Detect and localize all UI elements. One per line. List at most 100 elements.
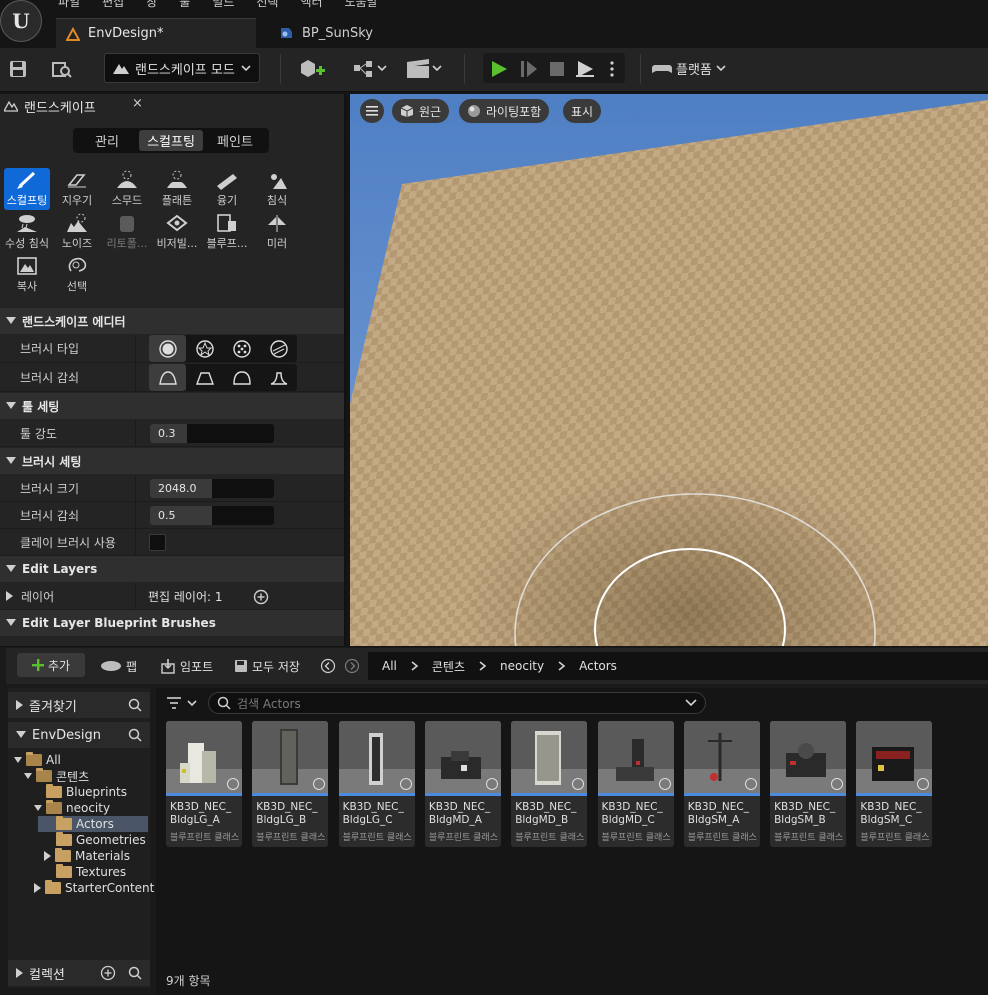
tree-item-textures[interactable]: Textures: [56, 864, 126, 880]
browse-icon[interactable]: [50, 56, 74, 82]
add-button[interactable]: 추가: [17, 653, 85, 677]
cinematics-button[interactable]: [404, 56, 444, 82]
tool-ramp[interactable]: 융기: [204, 168, 250, 210]
menu-help[interactable]: 도움말: [345, 0, 378, 10]
tree-item-geometries[interactable]: Geometries: [56, 832, 146, 848]
asset-search-input[interactable]: 검색 Actors: [208, 692, 706, 714]
breadcrumb-neocity[interactable]: neocity: [500, 659, 544, 673]
tree-item-materials[interactable]: Materials: [44, 848, 130, 864]
view-mode-button[interactable]: 라이팅포함: [459, 99, 550, 123]
brush-component-button[interactable]: [260, 335, 297, 362]
perspective-button[interactable]: 원근: [392, 99, 450, 123]
history-forward-button[interactable]: [344, 655, 360, 677]
search-icon[interactable]: [128, 728, 142, 742]
tab-sculpt[interactable]: 스컬프팅: [139, 130, 203, 151]
tree-item-blueprints[interactable]: Blueprints: [46, 784, 127, 800]
collections-header[interactable]: 컬렉션: [8, 960, 150, 986]
menu-edit[interactable]: 편집: [102, 0, 124, 10]
section-tool-settings[interactable]: 툴 세팅: [0, 393, 344, 419]
unreal-logo-icon[interactable]: U: [0, 0, 42, 42]
tree-item-content[interactable]: 콘텐츠: [24, 768, 89, 784]
viewport-menu-button[interactable]: [360, 99, 384, 123]
asset-tile-bldgmd-b[interactable]: KB3D_NEC_ BldgMD_B 블루프린트 클래스: [511, 721, 588, 847]
falloff-linear-button[interactable]: [186, 364, 223, 391]
section-brush-settings[interactable]: 브러시 세팅: [0, 448, 344, 474]
step-icon[interactable]: [516, 56, 542, 82]
brush-alpha-button[interactable]: [186, 335, 223, 362]
tool-blueprint[interactable]: 블루프...: [204, 211, 250, 253]
tool-hydro-erosion[interactable]: 수성 침식: [4, 211, 50, 253]
menu-tools[interactable]: 툴: [179, 0, 190, 10]
breadcrumb-content[interactable]: 콘텐츠: [432, 658, 465, 675]
asset-tile-bldglg-a[interactable]: KB3D_NEC_ BldgLG_A 블루프린트 클래스: [166, 721, 242, 847]
brush-circle-button[interactable]: [149, 335, 186, 362]
menu-file[interactable]: 파일: [58, 0, 80, 10]
play-icon[interactable]: [486, 56, 512, 82]
search-icon[interactable]: [128, 698, 142, 712]
falloff-tip-button[interactable]: [260, 364, 297, 391]
asset-tile-bldgsm-a[interactable]: KB3D_NEC_ BldgSM_A 블루프린트 클래스: [683, 721, 760, 847]
stop-icon[interactable]: [544, 56, 570, 82]
show-button[interactable]: 표시: [563, 99, 602, 123]
tab-envdesign[interactable]: EnvDesign*: [56, 18, 256, 48]
tool-strength-field[interactable]: 0.3: [150, 424, 274, 443]
breadcrumb-all[interactable]: All: [382, 659, 397, 673]
add-actor-button[interactable]: [294, 56, 334, 82]
brush-pattern-button[interactable]: [223, 335, 260, 362]
mode-dropdown[interactable]: 랜드스케이프 모드: [104, 53, 260, 83]
add-layer-icon[interactable]: [253, 589, 269, 605]
level-viewport[interactable]: [350, 94, 988, 646]
search-icon[interactable]: [128, 966, 142, 980]
tool-visibility[interactable]: 비저빌...: [154, 211, 200, 253]
tree-item-neocity[interactable]: neocity: [34, 800, 110, 816]
platform-menu[interactable]: 플랫폼: [652, 56, 726, 80]
save-icon[interactable]: [6, 56, 30, 82]
asset-tile-bldgsm-c[interactable]: KB3D_NEC_ BldgSM_C 블루프린트 클래스: [856, 721, 933, 847]
project-header[interactable]: EnvDesign: [8, 722, 150, 748]
tool-retopologize[interactable]: 리토폴...: [104, 211, 150, 253]
tool-select[interactable]: 선택: [54, 254, 100, 296]
asset-tile-bldgmd-a[interactable]: KB3D_NEC_ BldgMD_A 블루프린트 클래스: [424, 721, 501, 847]
clay-brush-checkbox[interactable]: [149, 534, 166, 551]
section-edit-layers[interactable]: Edit Layers: [0, 556, 344, 582]
more-options-icon[interactable]: [602, 56, 622, 82]
landscape-panel-tab[interactable]: 랜드스케이프: [0, 94, 152, 118]
history-back-button[interactable]: [320, 655, 336, 677]
tool-erosion[interactable]: 침식: [254, 168, 300, 210]
asset-tile-bldgsm-b[interactable]: KB3D_NEC_ BldgSM_B 블루프린트 클래스: [770, 721, 847, 847]
filter-button[interactable]: [166, 695, 200, 711]
blueprint-menu-button[interactable]: [350, 56, 390, 82]
asset-tile-bldglg-c[interactable]: KB3D_NEC_ BldgLG_C 블루프린트 클래스: [338, 721, 415, 847]
row-layer-label[interactable]: 레이어: [0, 583, 136, 609]
tool-erase[interactable]: 지우기: [54, 168, 100, 210]
eject-icon[interactable]: [572, 56, 598, 82]
breadcrumb-actors[interactable]: Actors: [579, 659, 617, 673]
tab-paint[interactable]: 페인트: [203, 130, 267, 151]
tab-manage[interactable]: 관리: [75, 130, 139, 151]
tool-mirror[interactable]: 미러: [254, 211, 300, 253]
tree-item-all[interactable]: All: [14, 752, 61, 768]
tool-noise[interactable]: 노이즈: [54, 211, 100, 253]
fab-button[interactable]: 팹: [100, 655, 137, 677]
falloff-spherical-button[interactable]: [223, 364, 260, 391]
menu-actor[interactable]: 액터: [300, 0, 322, 10]
asset-tile-bldglg-b[interactable]: KB3D_NEC_ BldgLG_B 블루프린트 클래스: [252, 721, 329, 847]
menu-select[interactable]: 선택: [256, 0, 278, 10]
tree-item-startercontent[interactable]: StarterContent: [34, 880, 154, 896]
menu-window[interactable]: 창: [146, 0, 157, 10]
brush-falloff-field[interactable]: 0.5: [150, 506, 274, 525]
asset-tile-bldgmd-c[interactable]: KB3D_NEC_ BldgMD_C 블루프린트 클래스: [597, 721, 674, 847]
save-all-button[interactable]: 모두 저장: [234, 655, 300, 677]
section-landscape-editor[interactable]: 랜드스케이프 에디터: [0, 308, 344, 334]
tool-sculpt[interactable]: 스컬프팅: [4, 168, 50, 210]
tool-copy[interactable]: 복사: [4, 254, 50, 296]
import-button[interactable]: 임포트: [160, 655, 213, 677]
tree-item-actors[interactable]: Actors: [56, 816, 114, 832]
tab-bp-sunsky[interactable]: BP_SunSky: [268, 18, 428, 48]
menu-build[interactable]: 빌드: [212, 0, 234, 10]
brush-size-field[interactable]: 2048.0: [150, 479, 274, 498]
add-collection-icon[interactable]: [100, 965, 116, 981]
tool-flatten[interactable]: 플래튼: [154, 168, 200, 210]
falloff-smooth-button[interactable]: [149, 364, 186, 391]
favorites-header[interactable]: 즐겨찾기: [8, 692, 150, 718]
